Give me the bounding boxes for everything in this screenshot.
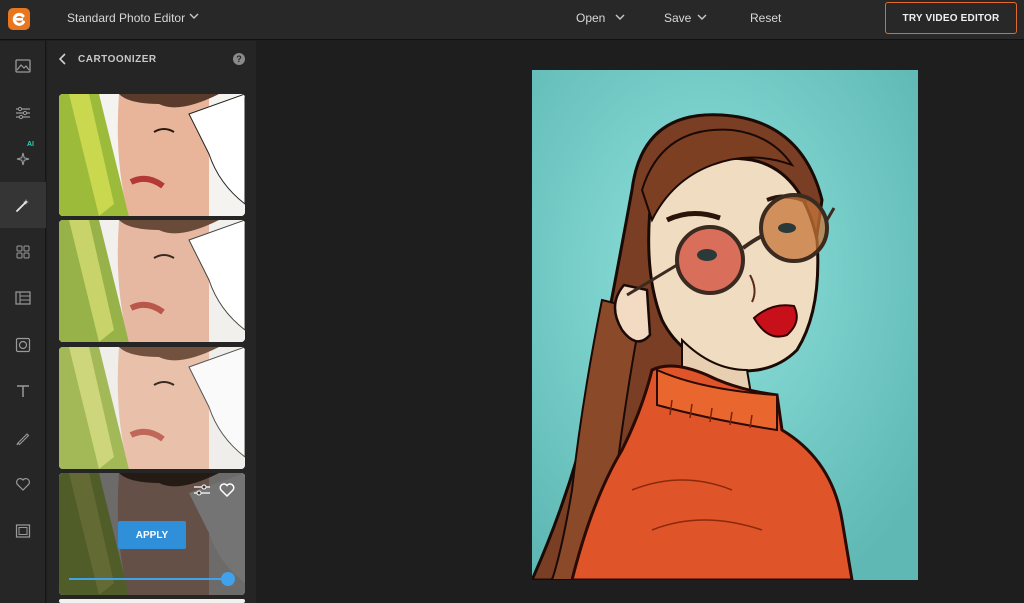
edited-photo[interactable] bbox=[532, 70, 918, 580]
effect-thumbnail-1[interactable] bbox=[59, 94, 245, 216]
rail-item-ai[interactable]: AI bbox=[0, 136, 46, 182]
apply-button[interactable]: APPLY bbox=[118, 521, 186, 549]
top-bar: Standard Photo Editor Open Save Reset TR… bbox=[0, 0, 1024, 40]
grid-icon bbox=[16, 245, 30, 259]
reset-button[interactable]: Reset bbox=[750, 11, 781, 25]
effect-thumbnail-4-selected[interactable]: APPLY bbox=[59, 473, 245, 595]
effect-thumbnail-2[interactable] bbox=[59, 220, 245, 342]
magic-wand-icon bbox=[16, 199, 29, 212]
tool-rail: AI bbox=[0, 41, 46, 603]
sliders-icon bbox=[16, 106, 30, 120]
help-icon[interactable]: ? bbox=[233, 53, 245, 65]
rail-item-collage[interactable] bbox=[0, 229, 46, 275]
canvas-area bbox=[257, 41, 1024, 603]
rail-item-draw[interactable] bbox=[0, 415, 46, 461]
rail-item-favorites[interactable] bbox=[0, 461, 46, 507]
frame-icon bbox=[15, 337, 31, 353]
chevron-down-icon[interactable] bbox=[615, 12, 625, 22]
intensity-slider-track[interactable] bbox=[69, 578, 227, 580]
open-menu[interactable]: Open bbox=[576, 11, 605, 25]
rail-item-adjust[interactable] bbox=[0, 90, 46, 136]
effect-thumbnail-5[interactable] bbox=[59, 599, 245, 603]
text-icon bbox=[17, 385, 29, 397]
thumbnail-preview bbox=[59, 347, 245, 469]
app-title[interactable]: Standard Photo Editor bbox=[67, 11, 185, 25]
heart-icon bbox=[16, 478, 30, 491]
favorite-heart-icon[interactable] bbox=[219, 482, 235, 497]
effect-thumbnail-3[interactable] bbox=[59, 347, 245, 469]
intensity-slider-handle[interactable] bbox=[221, 572, 235, 586]
rail-item-border[interactable] bbox=[0, 508, 46, 554]
chevron-down-icon[interactable] bbox=[189, 11, 199, 21]
border-icon bbox=[15, 524, 31, 538]
layout-icon bbox=[15, 291, 31, 305]
rail-item-frame[interactable] bbox=[0, 322, 46, 368]
thumbnail-preview bbox=[59, 94, 245, 216]
back-arrow-icon[interactable] bbox=[57, 53, 69, 65]
chevron-down-icon[interactable] bbox=[697, 12, 707, 22]
thumbnail-preview bbox=[59, 220, 245, 342]
rail-item-image[interactable] bbox=[0, 43, 46, 89]
effects-panel: CARTOONIZER ? APPLY bbox=[47, 41, 256, 603]
adjust-icon[interactable] bbox=[193, 483, 211, 497]
image-icon bbox=[15, 59, 31, 73]
save-menu[interactable]: Save bbox=[664, 11, 691, 25]
rail-item-effects[interactable] bbox=[0, 182, 46, 228]
panel-title: CARTOONIZER bbox=[78, 54, 157, 65]
app-logo-icon[interactable] bbox=[8, 8, 30, 30]
try-video-editor-button[interactable]: TRY VIDEO EDITOR bbox=[885, 2, 1017, 34]
ai-sparkle-icon bbox=[16, 152, 30, 166]
rail-item-layout[interactable] bbox=[0, 275, 46, 321]
ai-badge: AI bbox=[27, 141, 34, 148]
brush-icon bbox=[16, 433, 30, 446]
cartoon-portrait-image bbox=[532, 70, 918, 580]
rail-item-text[interactable] bbox=[0, 368, 46, 414]
